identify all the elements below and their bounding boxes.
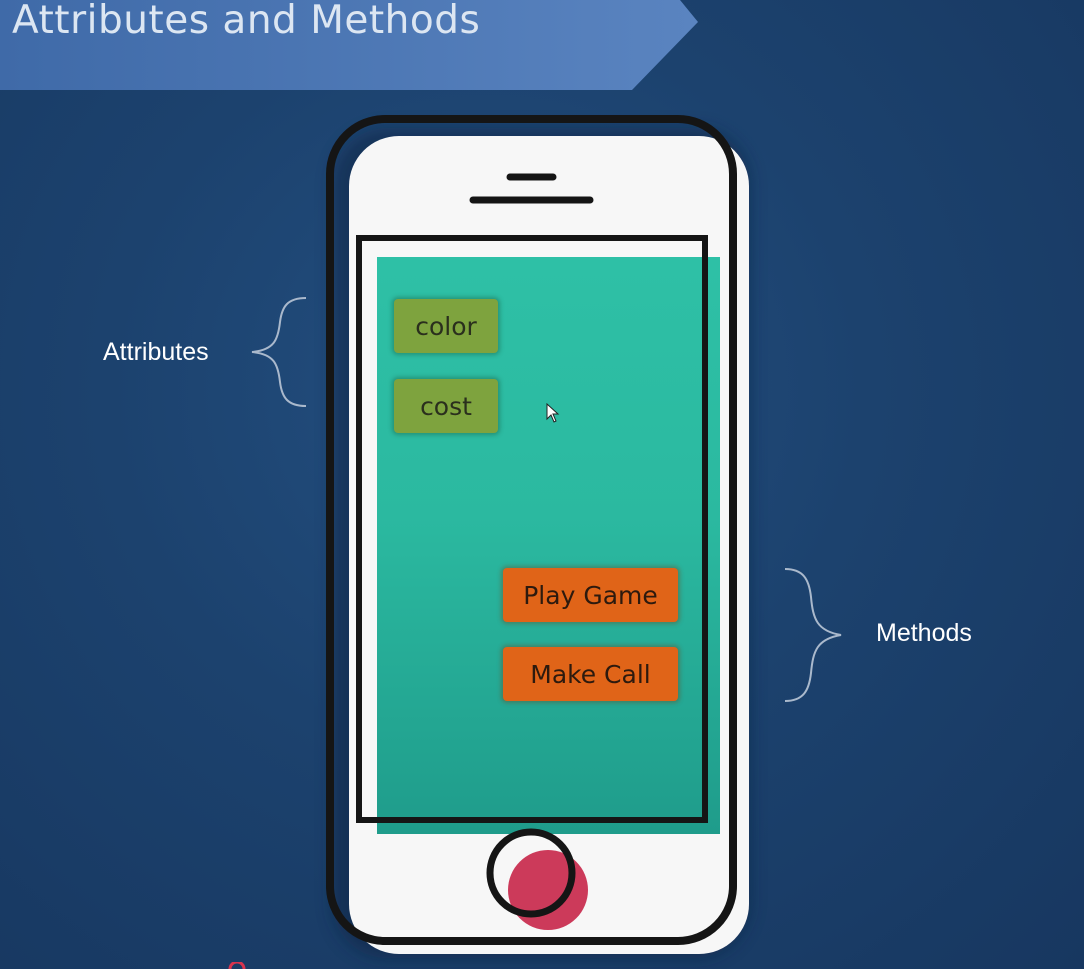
title-banner: Attributes and Methods	[0, 0, 700, 90]
home-button-icon	[486, 828, 576, 918]
attribute-color-chip: color	[394, 299, 498, 353]
attribute-cost-chip: cost	[394, 379, 498, 433]
methods-label: Methods	[876, 619, 972, 647]
method-make-call-chip: Make Call	[503, 647, 678, 701]
annotation-dot	[228, 962, 246, 969]
mouse-cursor-icon	[546, 403, 560, 423]
methods-curly-brace-icon	[784, 568, 842, 702]
home-button-fill	[508, 850, 588, 930]
attributes-curly-brace-icon	[251, 297, 307, 407]
method-play-game-chip: Play Game	[503, 568, 678, 622]
attributes-label: Attributes	[103, 338, 209, 366]
cropped-subtitle-text	[720, 0, 1060, 4]
page-title: Attributes and Methods	[12, 0, 481, 43]
slide: Attributes and Methods color cost Play G…	[0, 0, 1084, 969]
